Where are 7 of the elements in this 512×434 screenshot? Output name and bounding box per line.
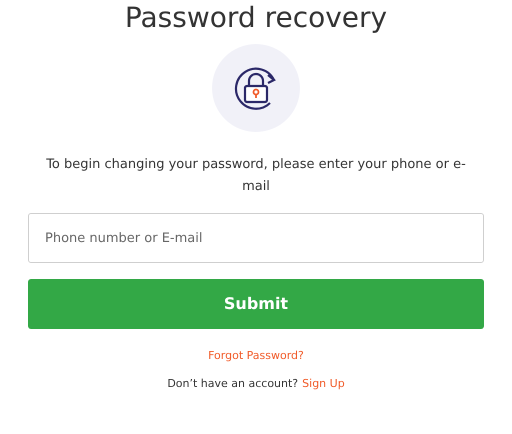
- signup-prompt: Don’t have an account?: [167, 376, 298, 392]
- page-title: Password recovery: [124, 1, 388, 35]
- forgot-password-link[interactable]: Forgot Password?: [208, 348, 304, 364]
- contact-field[interactable]: Phone number or E-mail: [28, 213, 484, 263]
- submit-button[interactable]: Submit: [28, 279, 484, 329]
- sign-up-link[interactable]: Sign Up: [302, 376, 345, 392]
- instruction-text: To begin changing your password, please enter your phone or e-mail: [45, 156, 467, 196]
